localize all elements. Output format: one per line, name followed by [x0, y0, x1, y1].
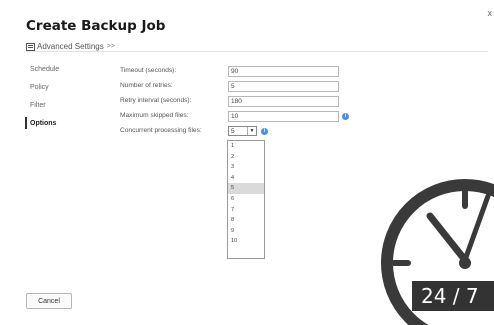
- dropdown-option[interactable]: 1: [228, 141, 264, 152]
- retry-interval-row: Retry interval (seconds): 180: [120, 96, 360, 108]
- concurrent-selected-value: 5: [231, 128, 235, 135]
- dropdown-option[interactable]: 10: [228, 236, 264, 247]
- sidebar-item-filter[interactable]: Filter: [30, 102, 90, 120]
- sidebar-item-policy[interactable]: Policy: [30, 84, 90, 102]
- header-divider: [26, 51, 488, 52]
- info-icon[interactable]: i: [261, 128, 268, 135]
- retries-input[interactable]: 5: [228, 81, 339, 92]
- max-skipped-label: Maximum skipped files:: [120, 112, 189, 119]
- breadcrumb-label[interactable]: Advanced Settings: [37, 42, 104, 51]
- concurrent-label: Concurrent processing files:: [120, 127, 202, 134]
- breadcrumb: Advanced Settings >>: [26, 42, 115, 51]
- badge-24-7: 24 / 7: [412, 281, 494, 311]
- concurrent-row: Concurrent processing files: 5 ▼ i: [120, 126, 360, 138]
- concurrent-options-list: 1 2 3 4 5 6 7 8 9 10: [227, 140, 265, 259]
- dropdown-option[interactable]: 2: [228, 152, 264, 163]
- concurrent-select[interactable]: 5 ▼: [228, 126, 257, 136]
- timeout-label: Timeout (seconds):: [120, 67, 177, 74]
- info-icon[interactable]: i: [342, 113, 349, 120]
- chevron-down-icon[interactable]: ▼: [247, 127, 256, 135]
- close-icon[interactable]: x: [488, 8, 493, 18]
- cancel-button[interactable]: Cancel: [26, 293, 72, 309]
- max-skipped-row: Maximum skipped files: 10 i: [120, 111, 360, 123]
- retries-row: Number of retries: 5: [120, 81, 360, 93]
- breadcrumb-arrow: >>: [106, 43, 115, 50]
- dropdown-option[interactable]: 8: [228, 215, 264, 226]
- timeout-row: Timeout (seconds): 90: [120, 66, 360, 78]
- retry-interval-label: Retry interval (seconds):: [120, 97, 192, 104]
- retry-interval-input[interactable]: 180: [228, 96, 339, 107]
- dropdown-option[interactable]: 3: [228, 162, 264, 173]
- sidebar-item-options[interactable]: Options: [25, 117, 90, 138]
- sidebar-item-schedule[interactable]: Schedule: [30, 66, 90, 84]
- retries-label: Number of retries:: [120, 82, 173, 89]
- dropdown-option[interactable]: 6: [228, 194, 264, 205]
- dropdown-option[interactable]: 9: [228, 226, 264, 237]
- dialog-title: Create Backup Job: [26, 18, 166, 34]
- sidebar-nav: Schedule Policy Filter Options: [25, 66, 90, 138]
- timeout-input[interactable]: 90: [228, 66, 339, 77]
- max-skipped-input[interactable]: 10: [228, 111, 339, 122]
- dropdown-option[interactable]: 4: [228, 173, 264, 184]
- dropdown-option[interactable]: 7: [228, 205, 264, 216]
- settings-list-icon: [26, 42, 35, 51]
- dropdown-option-selected[interactable]: 5: [228, 183, 264, 194]
- create-backup-job-dialog: x Create Backup Job Advanced Settings >>…: [0, 0, 494, 325]
